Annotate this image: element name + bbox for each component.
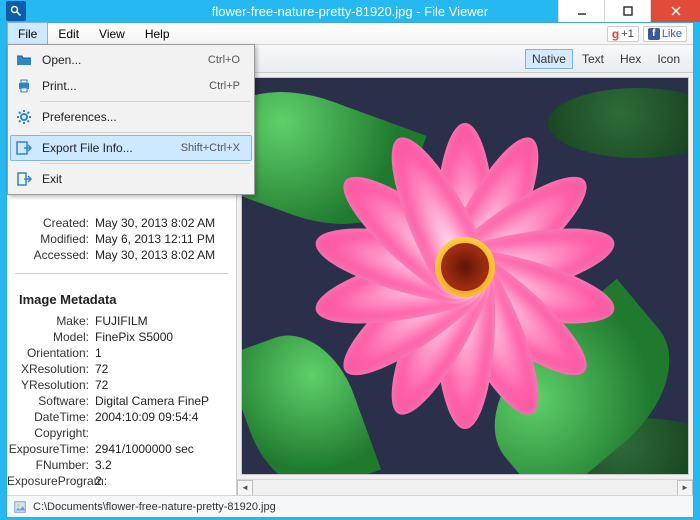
export-icon xyxy=(14,138,34,158)
meta-xresolution: XResolution:72 xyxy=(7,361,236,377)
titlebar: flower-free-nature-pretty-81920.jpg - Fi… xyxy=(0,0,700,22)
menu-exit-label: Exit xyxy=(42,172,248,186)
scroll-left-button[interactable]: ◄ xyxy=(237,480,253,496)
social-buttons: g+1 fLike xyxy=(607,23,693,44)
maximize-button[interactable] xyxy=(604,0,650,22)
menu-export-shortcut: Shift+Ctrl+X xyxy=(181,142,248,154)
menu-file-label: File xyxy=(18,27,37,41)
menu-exit[interactable]: Exit xyxy=(10,166,252,192)
menu-print-shortcut: Ctrl+P xyxy=(209,80,248,92)
menu-export-label: Export File Info... xyxy=(42,141,173,155)
menu-file[interactable]: File Open... Ctrl+O Print... Ctrl+P xyxy=(7,22,48,44)
file-menu-dropdown: Open... Ctrl+O Print... Ctrl+P Preferenc… xyxy=(7,44,255,195)
meta-fnumber: FNumber:3.2 xyxy=(7,457,236,473)
gplus-icon: g xyxy=(612,27,619,41)
menu-open[interactable]: Open... Ctrl+O xyxy=(10,47,252,73)
tab-hex[interactable]: Hex xyxy=(613,49,648,69)
meta-yresolution: YResolution:72 xyxy=(7,377,236,393)
meta-make: Make:FUJIFILM xyxy=(7,313,236,329)
file-icon xyxy=(13,500,27,514)
file-accessed-row: Accessed:May 30, 2013 8:02 AM xyxy=(7,247,236,263)
menu-help[interactable]: Help xyxy=(135,23,180,44)
menu-edit[interactable]: Edit xyxy=(48,23,89,44)
scroll-right-button[interactable]: ► xyxy=(677,480,693,496)
menu-separator xyxy=(40,101,250,102)
meta-software: Software:Digital Camera FineP xyxy=(7,393,236,409)
file-created-row: Created:May 30, 2013 8:02 AM xyxy=(7,215,236,231)
tab-native[interactable]: Native xyxy=(525,49,573,69)
menu-preferences-label: Preferences... xyxy=(42,110,248,124)
app-icon xyxy=(6,1,26,21)
window-controls xyxy=(558,0,700,22)
horizontal-scrollbar[interactable]: ◄ ► xyxy=(237,479,693,495)
minimize-button[interactable] xyxy=(558,0,604,22)
facebook-like-button[interactable]: fLike xyxy=(643,26,687,42)
menu-view[interactable]: View xyxy=(89,23,135,44)
menu-print[interactable]: Print... Ctrl+P xyxy=(10,73,252,99)
metadata-heading: Image Metadata xyxy=(7,284,236,313)
meta-copyright: Copyright: xyxy=(7,425,236,441)
menu-print-label: Print... xyxy=(42,79,201,93)
statusbar: C:\Documents\flower-free-nature-pretty-8… xyxy=(7,495,693,517)
menu-export-file-info[interactable]: Export File Info... Shift+Ctrl+X xyxy=(10,135,252,161)
menu-separator xyxy=(40,132,250,133)
meta-model: Model:FinePix S5000 xyxy=(7,329,236,345)
google-plus-one-button[interactable]: g+1 xyxy=(607,26,639,42)
close-button[interactable] xyxy=(650,0,700,22)
meta-exposuretime: ExposureTime:2941/1000000 sec xyxy=(7,441,236,457)
menu-preferences[interactable]: Preferences... xyxy=(10,104,252,130)
image-viewer: ◄ ► xyxy=(237,73,693,495)
image-canvas[interactable] xyxy=(241,77,689,475)
app-window: flower-free-nature-pretty-81920.jpg - Fi… xyxy=(0,0,700,520)
meta-orientation: Orientation:1 xyxy=(7,345,236,361)
client-area: File Open... Ctrl+O Print... Ctrl+P xyxy=(6,22,694,518)
menubar: File Open... Ctrl+O Print... Ctrl+P xyxy=(7,23,693,45)
print-icon xyxy=(14,76,34,96)
file-modified-row: Modified:May 6, 2013 12:11 PM xyxy=(7,231,236,247)
menu-open-shortcut: Ctrl+O xyxy=(208,54,248,66)
meta-datetime: DateTime:2004:10:09 09:54:4 xyxy=(7,409,236,425)
tab-text[interactable]: Text xyxy=(575,49,611,69)
facebook-icon: f xyxy=(648,28,660,40)
menu-separator xyxy=(40,163,250,164)
status-path: C:\Documents\flower-free-nature-pretty-8… xyxy=(33,501,276,513)
folder-open-icon xyxy=(14,50,34,70)
exit-icon xyxy=(14,169,34,189)
meta-exposureprogram: ExposureProgram:2 xyxy=(7,473,236,489)
menu-open-label: Open... xyxy=(42,53,200,67)
gear-icon xyxy=(14,107,34,127)
tab-icon[interactable]: Icon xyxy=(650,49,687,69)
